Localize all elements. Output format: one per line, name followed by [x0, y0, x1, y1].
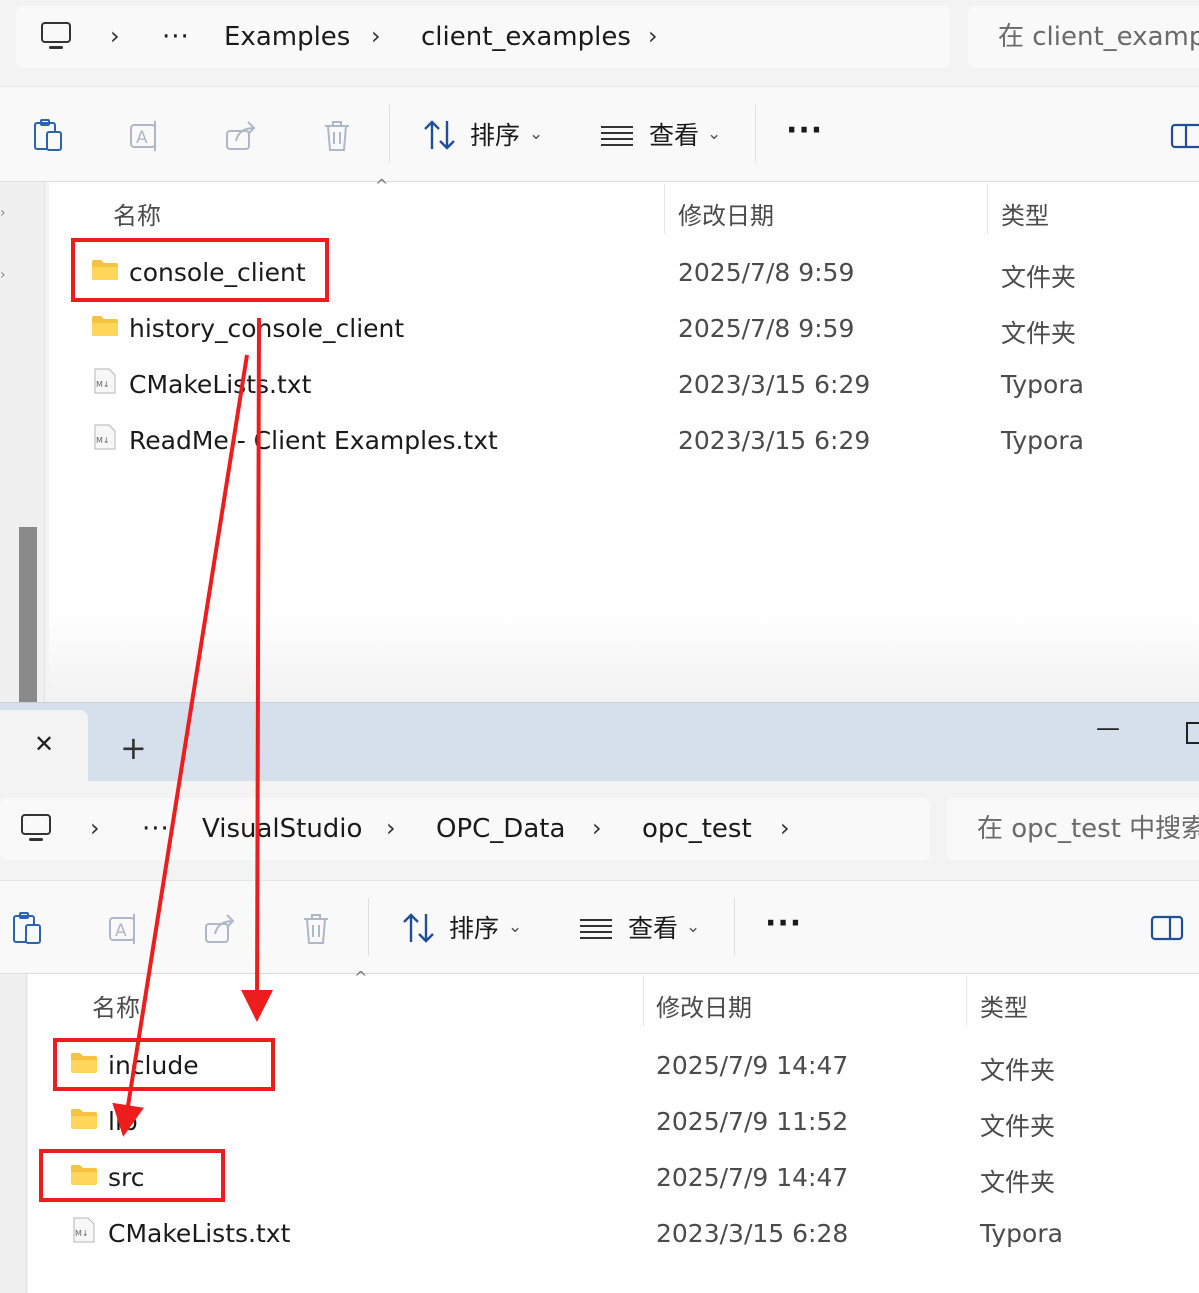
arrow-history-console-client-to-src [112, 354, 249, 1137]
annotation-arrows [112, 317, 274, 1137]
arrow-console-client-to-include [241, 317, 274, 1022]
